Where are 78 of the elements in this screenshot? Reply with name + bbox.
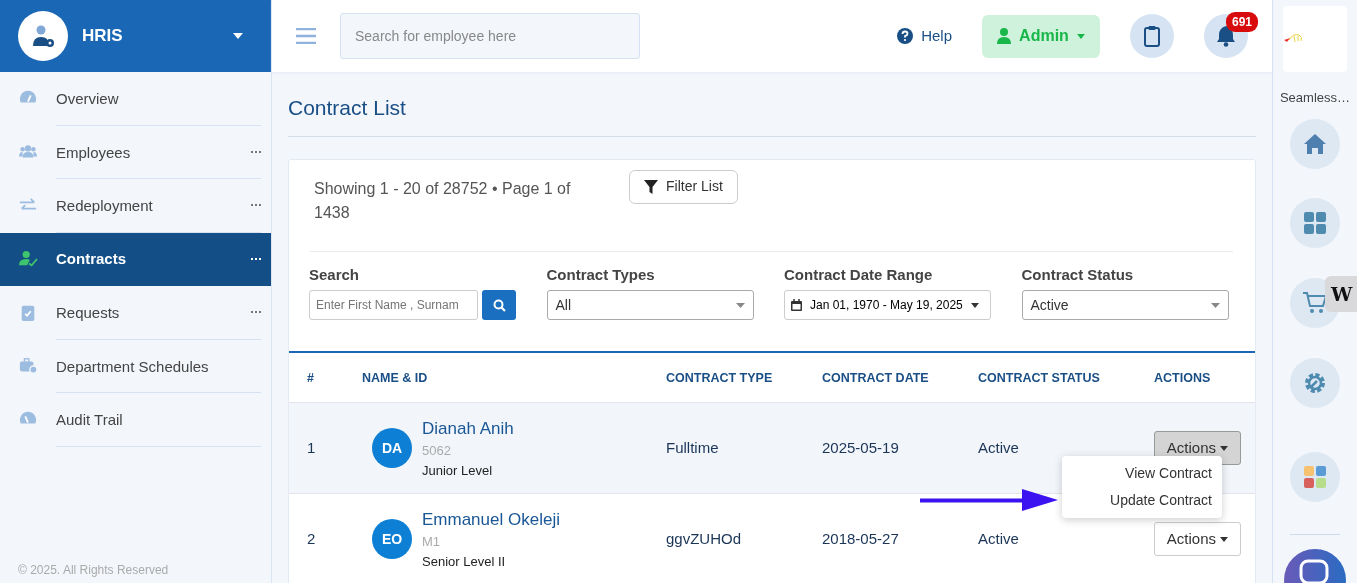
employee-name-link[interactable]: Dianah Anih (422, 415, 514, 442)
employee-id: M1 (422, 533, 441, 552)
grid-icon[interactable] (1290, 198, 1340, 249)
initials-avatar: EO (372, 519, 412, 559)
page-title: Contract List (288, 95, 407, 121)
caret-icon (1211, 303, 1220, 309)
search-button[interactable] (482, 290, 516, 320)
filter-list-button[interactable]: Filter List (629, 169, 738, 204)
more-icon[interactable] (251, 258, 261, 261)
column-header: CONTRACT TYPE (666, 371, 773, 386)
search-field[interactable]: Search for employee here (340, 13, 640, 59)
search-icon (492, 298, 506, 312)
contract-status: Active (978, 529, 1019, 547)
more-icon[interactable] (251, 150, 261, 153)
sidebar-item[interactable]: Requests (0, 286, 271, 340)
row-number: 2 (307, 529, 316, 547)
caret-icon (970, 303, 979, 309)
employee-level: Junior Level (422, 461, 493, 480)
sidebar-item[interactable]: Overview (0, 72, 271, 126)
more-icon[interactable] (251, 204, 261, 207)
sidebar-item[interactable]: Employees (0, 125, 271, 179)
sidebar-item[interactable]: Department Schedules (0, 339, 271, 393)
app-title: HRIS (82, 25, 124, 48)
apps-icon[interactable] (1290, 452, 1340, 502)
clipboard-icon (1144, 25, 1160, 47)
sidebar-item[interactable]: Audit Trail (0, 393, 271, 447)
contract-type: ggvZUHOd (666, 529, 742, 547)
home-icon[interactable] (1290, 119, 1340, 170)
filter-label: Contract Status (1021, 264, 1135, 285)
sidebar-item[interactable]: Contracts (0, 232, 271, 286)
caret-icon (1220, 446, 1229, 452)
filter-icon (644, 179, 658, 194)
extension-tab[interactable]: W (1325, 276, 1357, 312)
user-icon (997, 28, 1012, 44)
menu-item[interactable]: Update Contract (1062, 487, 1222, 514)
select-field[interactable]: Active (1021, 290, 1229, 320)
contract-status: Active (978, 438, 1019, 456)
column-header: CONTRACT DATE (822, 371, 929, 386)
caret-icon (1076, 33, 1085, 39)
filter-label: Search (309, 264, 361, 285)
user-check-icon (18, 250, 38, 269)
notification-count: 691 (1226, 12, 1259, 32)
initials-avatar: DA (372, 428, 412, 468)
help-link[interactable]: Help (897, 24, 952, 48)
user-gear-icon (31, 24, 55, 48)
contract-date: 2018-05-27 (822, 529, 899, 547)
row-number: 1 (307, 438, 316, 456)
employee-id: 5062 (422, 442, 451, 461)
results-summary: Showing 1 - 20 of 28752 • Page 1 of 1438 (314, 178, 572, 223)
copyright-text: © 2025. All Rights Reserved (17, 562, 170, 579)
column-header: # (307, 371, 314, 386)
actions-button[interactable]: Actions (1154, 522, 1241, 556)
briefcase-clock-icon (18, 357, 38, 376)
menu-icon[interactable] (296, 28, 316, 44)
caret-icon[interactable] (233, 33, 243, 39)
chat-icon[interactable] (1284, 549, 1346, 583)
filter-label: Contract Types (546, 264, 656, 285)
select-field[interactable]: All (546, 290, 754, 320)
employee-name-link[interactable]: Emmanuel Okeleji (422, 506, 560, 533)
calendar-icon (791, 299, 802, 311)
clipboard-button[interactable] (1130, 14, 1174, 58)
settings-icon[interactable] (1290, 358, 1340, 409)
column-header: CONTRACT STATUS (978, 371, 1100, 386)
contract-type: Fulltime (666, 438, 719, 456)
more-icon[interactable] (251, 311, 261, 314)
caret-icon (1220, 537, 1229, 543)
search-field[interactable]: Enter First Name , Surnam (309, 290, 478, 320)
caret-icon (736, 303, 745, 309)
column-header: ACTIONS (1154, 371, 1211, 386)
contract-date: 2025-05-19 (822, 438, 899, 456)
app-name: Seamless… (1279, 88, 1351, 107)
employee-level: Senior Level II (422, 552, 506, 571)
filter-label: Contract Date Range (784, 264, 934, 285)
date-range-picker[interactable]: Jan 01, 1970 - May 19, 2025 (784, 290, 991, 320)
column-header: NAME & ID (362, 371, 428, 386)
sidebar-item[interactable]: Redeployment (0, 179, 271, 233)
help-icon (897, 28, 914, 44)
bell-icon (1216, 25, 1236, 47)
